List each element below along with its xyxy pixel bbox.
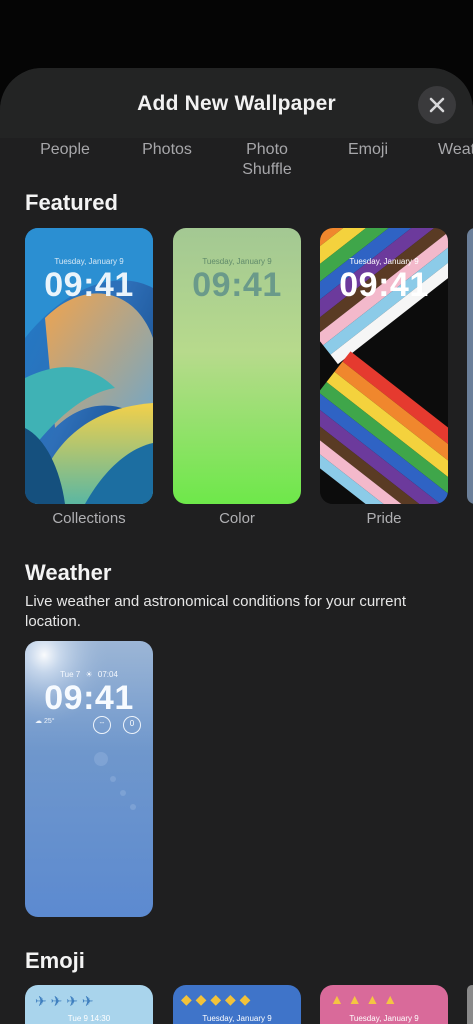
aqi-widget: -- xyxy=(93,716,111,734)
weather-temp: 25° xyxy=(43,718,55,725)
weather-date: Tue 7 xyxy=(60,670,81,679)
close-button[interactable] xyxy=(418,86,456,124)
category-people[interactable]: People xyxy=(30,140,100,160)
category-photos[interactable]: Photos xyxy=(132,140,202,160)
wallpaper-label-color: Color xyxy=(219,510,255,527)
card-date-row: Tue 9 14:30 xyxy=(25,1014,153,1023)
close-icon xyxy=(429,97,445,113)
category-emoji[interactable]: Emoji xyxy=(335,140,401,160)
wallpaper-card-emoji-airplanes[interactable]: ✈ ✈ ✈ ✈ Tue 9 14:30 xyxy=(25,985,153,1024)
wallpaper-label-pride: Pride xyxy=(366,510,402,527)
fish-emoji-icon: ◆ ◆ ◆ ◆ ◆ xyxy=(181,991,251,1007)
card-date: Tuesday, January 9 xyxy=(54,257,124,266)
wallpaper-card-color[interactable]: Tuesday, January 9 09:41 xyxy=(173,228,301,504)
category-tabs: People Photos Photo Shuffle Emoji Weat xyxy=(0,140,473,184)
weather-temp-widget: ☁ 25° xyxy=(35,717,55,725)
cheese-emoji-icon: ▲ ▲ ▲ ▲ xyxy=(330,991,398,1007)
wallpaper-card-emoji-peek[interactable] xyxy=(467,985,473,1024)
sunrise-icon: ☀ xyxy=(85,670,93,679)
card-time: 09:41 xyxy=(44,266,134,304)
card-date: Tuesday, January 9 xyxy=(202,257,272,266)
sheet-title: Add New Wallpaper xyxy=(137,92,336,115)
card-date: Tuesday, January 9 xyxy=(202,1014,272,1023)
card-time: 09:41 xyxy=(192,266,282,304)
wallpaper-gallery-sheet: Add New Wallpaper People Photos Photo Sh… xyxy=(0,68,473,1024)
weather-date-row: Tue 7 ☀ 07:04 xyxy=(25,670,153,679)
sheet-header: Add New Wallpaper xyxy=(0,68,473,138)
emoji-heading: Emoji xyxy=(25,948,85,973)
category-weather[interactable]: Weat xyxy=(438,140,473,160)
airplane-emoji-icon: ✈ ✈ ✈ ✈ xyxy=(35,993,94,1009)
wallpaper-card-weather[interactable]: Tue 7 ☀ 07:04 09:41 ☁ 25° -- 0 xyxy=(25,641,153,917)
card-date: Tuesday, January 9 xyxy=(349,1014,419,1023)
weather-sunrise: 07:04 xyxy=(97,670,118,679)
card-date: Tuesday, January 9 xyxy=(349,257,419,266)
weather-card-time: 09:41 xyxy=(44,679,134,717)
wallpaper-card-emoji-cheese[interactable]: ▲ ▲ ▲ ▲ Tuesday, January 9 xyxy=(320,985,448,1024)
category-photo-shuffle[interactable]: Photo Shuffle xyxy=(232,140,302,180)
featured-heading: Featured xyxy=(25,190,118,215)
card-time-small: 14:30 xyxy=(90,1014,111,1023)
wallpaper-card-emoji-fish[interactable]: ◆ ◆ ◆ ◆ ◆ Tuesday, January 9 xyxy=(173,985,301,1024)
wallpaper-label-collections: Collections xyxy=(52,510,126,527)
wallpaper-card-pride[interactable]: Tuesday, January 9 09:41 xyxy=(320,228,448,504)
wallpaper-card-next-peek[interactable] xyxy=(467,228,473,504)
weather-heading: Weather xyxy=(25,560,112,585)
cloud-icon: ☁ xyxy=(35,718,42,725)
card-date: Tue 9 xyxy=(67,1014,88,1023)
weather-description: Live weather and astronomical conditions… xyxy=(25,593,407,630)
wallpaper-card-collections[interactable]: Tuesday, January 9 09:41 xyxy=(25,228,153,504)
card-time: 09:41 xyxy=(339,266,429,304)
uv-widget: 0 xyxy=(123,716,141,734)
